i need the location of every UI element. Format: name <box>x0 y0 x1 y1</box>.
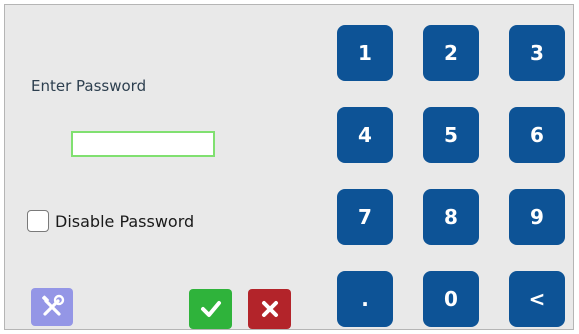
key-4[interactable]: 4 <box>337 107 393 163</box>
tools-button[interactable] <box>31 288 73 326</box>
confirm-button[interactable] <box>189 289 232 329</box>
disable-password-checkbox[interactable] <box>27 210 49 232</box>
key-0[interactable]: 0 <box>423 271 479 327</box>
key-backspace[interactable]: < <box>509 271 565 327</box>
enter-password-label: Enter Password <box>31 77 147 95</box>
key-9[interactable]: 9 <box>509 189 565 245</box>
disable-password-label: Disable Password <box>55 211 195 231</box>
key-6[interactable]: 6 <box>509 107 565 163</box>
key-decimal[interactable]: . <box>337 271 393 327</box>
key-7[interactable]: 7 <box>337 189 393 245</box>
key-3[interactable]: 3 <box>509 25 565 81</box>
password-dialog: Enter Password Disable Password 1 2 3 4 … <box>4 4 574 330</box>
x-icon <box>261 301 278 317</box>
key-1[interactable]: 1 <box>337 25 393 81</box>
tools-icon <box>42 294 65 316</box>
disable-password-toggle[interactable]: Disable Password <box>27 210 194 232</box>
numeric-keypad: 1 2 3 4 5 6 7 8 9 . 0 < <box>337 25 565 327</box>
key-8[interactable]: 8 <box>423 189 479 245</box>
key-5[interactable]: 5 <box>423 107 479 163</box>
password-field[interactable] <box>71 131 215 157</box>
cancel-button[interactable] <box>248 289 291 329</box>
key-2[interactable]: 2 <box>423 25 479 81</box>
checkmark-icon <box>200 301 221 317</box>
